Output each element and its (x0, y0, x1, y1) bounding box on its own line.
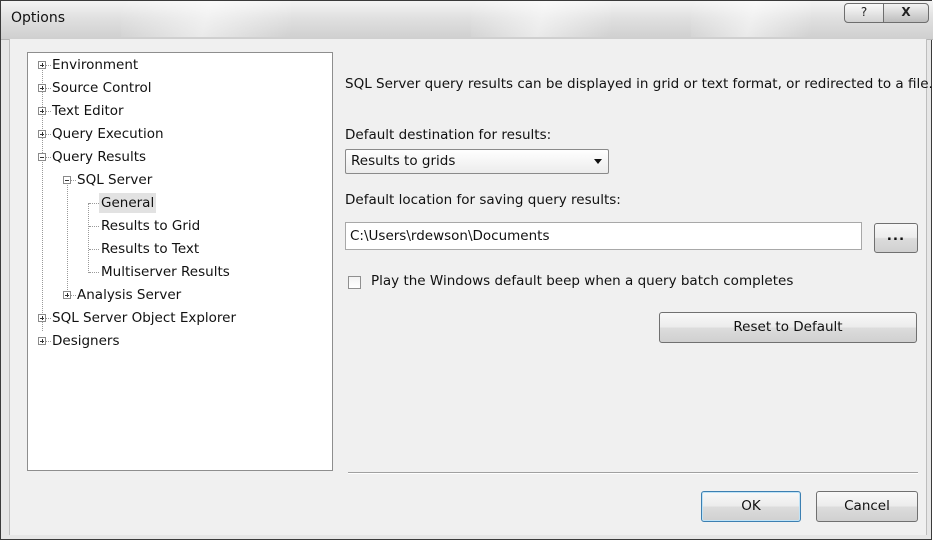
tree-line (89, 226, 99, 227)
expand-icon[interactable] (38, 84, 46, 92)
ok-button[interactable]: OK (701, 491, 801, 522)
tree-item-label: Source Control (52, 80, 152, 96)
tree-item-label: Results to Grid (101, 218, 201, 234)
tree-item[interactable]: Environment (28, 55, 328, 75)
tree-item-general[interactable]: General (28, 193, 328, 213)
location-label: Default location for saving query result… (345, 192, 621, 208)
footer-divider (348, 472, 918, 474)
tree-line (46, 111, 51, 112)
tree-line (46, 88, 51, 89)
expand-icon[interactable] (38, 337, 46, 345)
collapse-icon[interactable] (63, 176, 71, 184)
tree-item[interactable]: Designers (28, 331, 328, 351)
tree-item[interactable]: SQL Server (28, 170, 328, 190)
tree-item-label: SQL Server (77, 172, 153, 188)
beep-checkbox-label[interactable]: Play the Windows default beep when a que… (371, 273, 793, 289)
expand-icon[interactable] (38, 314, 46, 322)
title-bar[interactable]: Options ? X (1, 1, 933, 40)
beep-checkbox[interactable] (348, 276, 361, 289)
expand-icon[interactable] (38, 61, 46, 69)
tree-item[interactable]: Query Execution (28, 124, 328, 144)
tree-item[interactable]: Query Results (28, 147, 328, 167)
tree-item[interactable]: SQL Server Object Explorer (28, 308, 328, 328)
tree-item[interactable]: Results to Grid (28, 216, 328, 236)
tree-line (46, 318, 51, 319)
location-field[interactable]: C:\Users\rdewson\Documents (345, 222, 862, 250)
tree-line (46, 157, 51, 158)
page-description: SQL Server query results can be displaye… (345, 76, 933, 92)
destination-select[interactable]: Results to grids (345, 149, 609, 174)
tree-item-label: Environment (52, 57, 139, 73)
options-dialog: Options ? X Environment Source Control T… (0, 0, 933, 540)
tree-item[interactable]: Multiserver Results (28, 262, 328, 282)
tree-line (89, 249, 99, 250)
tree-line (89, 203, 99, 204)
tree-line (46, 341, 51, 342)
tree-item[interactable]: Source Control (28, 78, 328, 98)
tree-line (71, 295, 76, 296)
dialog-client-area: Environment Source Control Text Editor Q… (9, 39, 933, 535)
tree-item-label: Text Editor (52, 103, 124, 119)
tree-item-label: Results to Text (101, 241, 200, 257)
expand-icon[interactable] (38, 107, 46, 115)
window-title: Options (11, 10, 66, 26)
title-bar-sheen (121, 1, 291, 37)
tree-item[interactable]: Text Editor (28, 101, 328, 121)
chevron-down-icon (594, 159, 602, 164)
title-bar-sheen (471, 1, 611, 37)
destination-select-value: Results to grids (351, 153, 456, 169)
tree-item[interactable]: Results to Text (28, 239, 328, 259)
close-button[interactable]: X (883, 3, 929, 23)
help-button[interactable]: ? (844, 3, 884, 23)
tree-item-label: Analysis Server (77, 287, 182, 303)
browse-button[interactable]: ... (874, 223, 918, 253)
expand-icon[interactable] (38, 130, 46, 138)
title-bar-sheen (691, 1, 811, 37)
expand-icon[interactable] (63, 291, 71, 299)
tree-line (89, 272, 99, 273)
cancel-button[interactable]: Cancel (816, 491, 918, 522)
tree-item[interactable]: Analysis Server (28, 285, 328, 305)
collapse-icon[interactable] (38, 153, 46, 161)
tree-item-label: Query Results (52, 149, 147, 165)
tree-item-label: General (99, 193, 157, 213)
destination-label: Default destination for results: (345, 127, 552, 143)
options-tree[interactable]: Environment Source Control Text Editor Q… (27, 52, 333, 471)
tree-item-label: Multiserver Results (101, 264, 230, 280)
tree-line (71, 180, 76, 181)
tree-item-label: Designers (52, 333, 120, 349)
tree-item-label: SQL Server Object Explorer (52, 310, 237, 326)
tree-line (46, 65, 51, 66)
tree-item-label: Query Execution (52, 126, 164, 142)
tree-line (46, 134, 51, 135)
reset-to-default-button[interactable]: Reset to Default (659, 312, 917, 343)
